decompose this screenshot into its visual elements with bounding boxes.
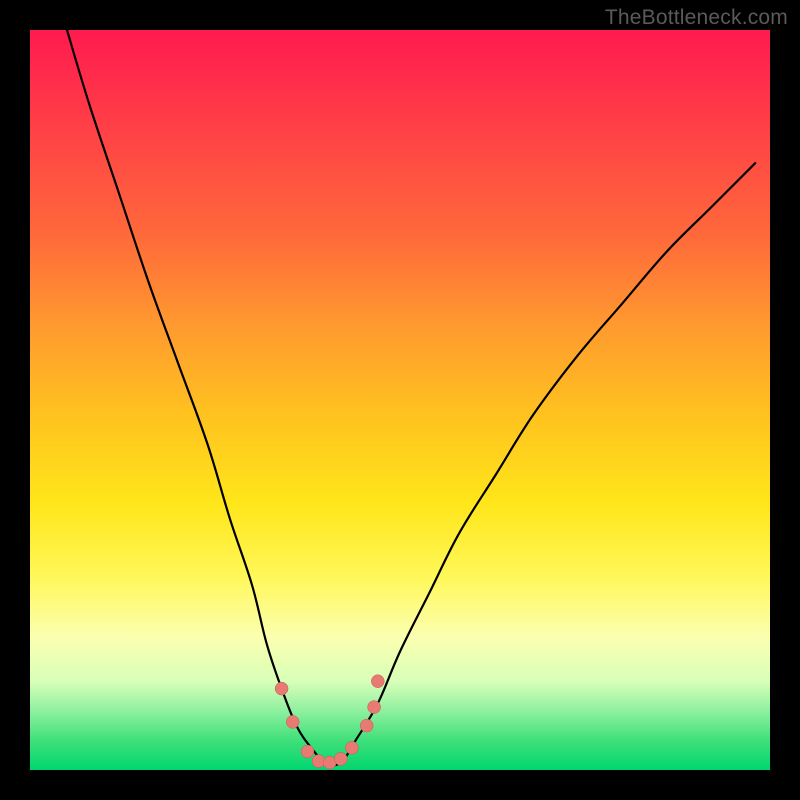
marker-dot [368,701,381,714]
highlight-dots [275,675,384,769]
marker-dot [286,715,299,728]
marker-dot [360,719,373,732]
bottleneck-curve [67,30,755,765]
marker-dot [345,741,358,754]
plot-area [30,30,770,770]
marker-dot [275,682,288,695]
watermark-text: TheBottleneck.com [605,6,788,30]
marker-dot [334,752,347,765]
marker-dot [371,675,384,688]
marker-dot [301,745,314,758]
chart-frame: TheBottleneck.com [0,0,800,800]
curve-svg [30,30,770,770]
